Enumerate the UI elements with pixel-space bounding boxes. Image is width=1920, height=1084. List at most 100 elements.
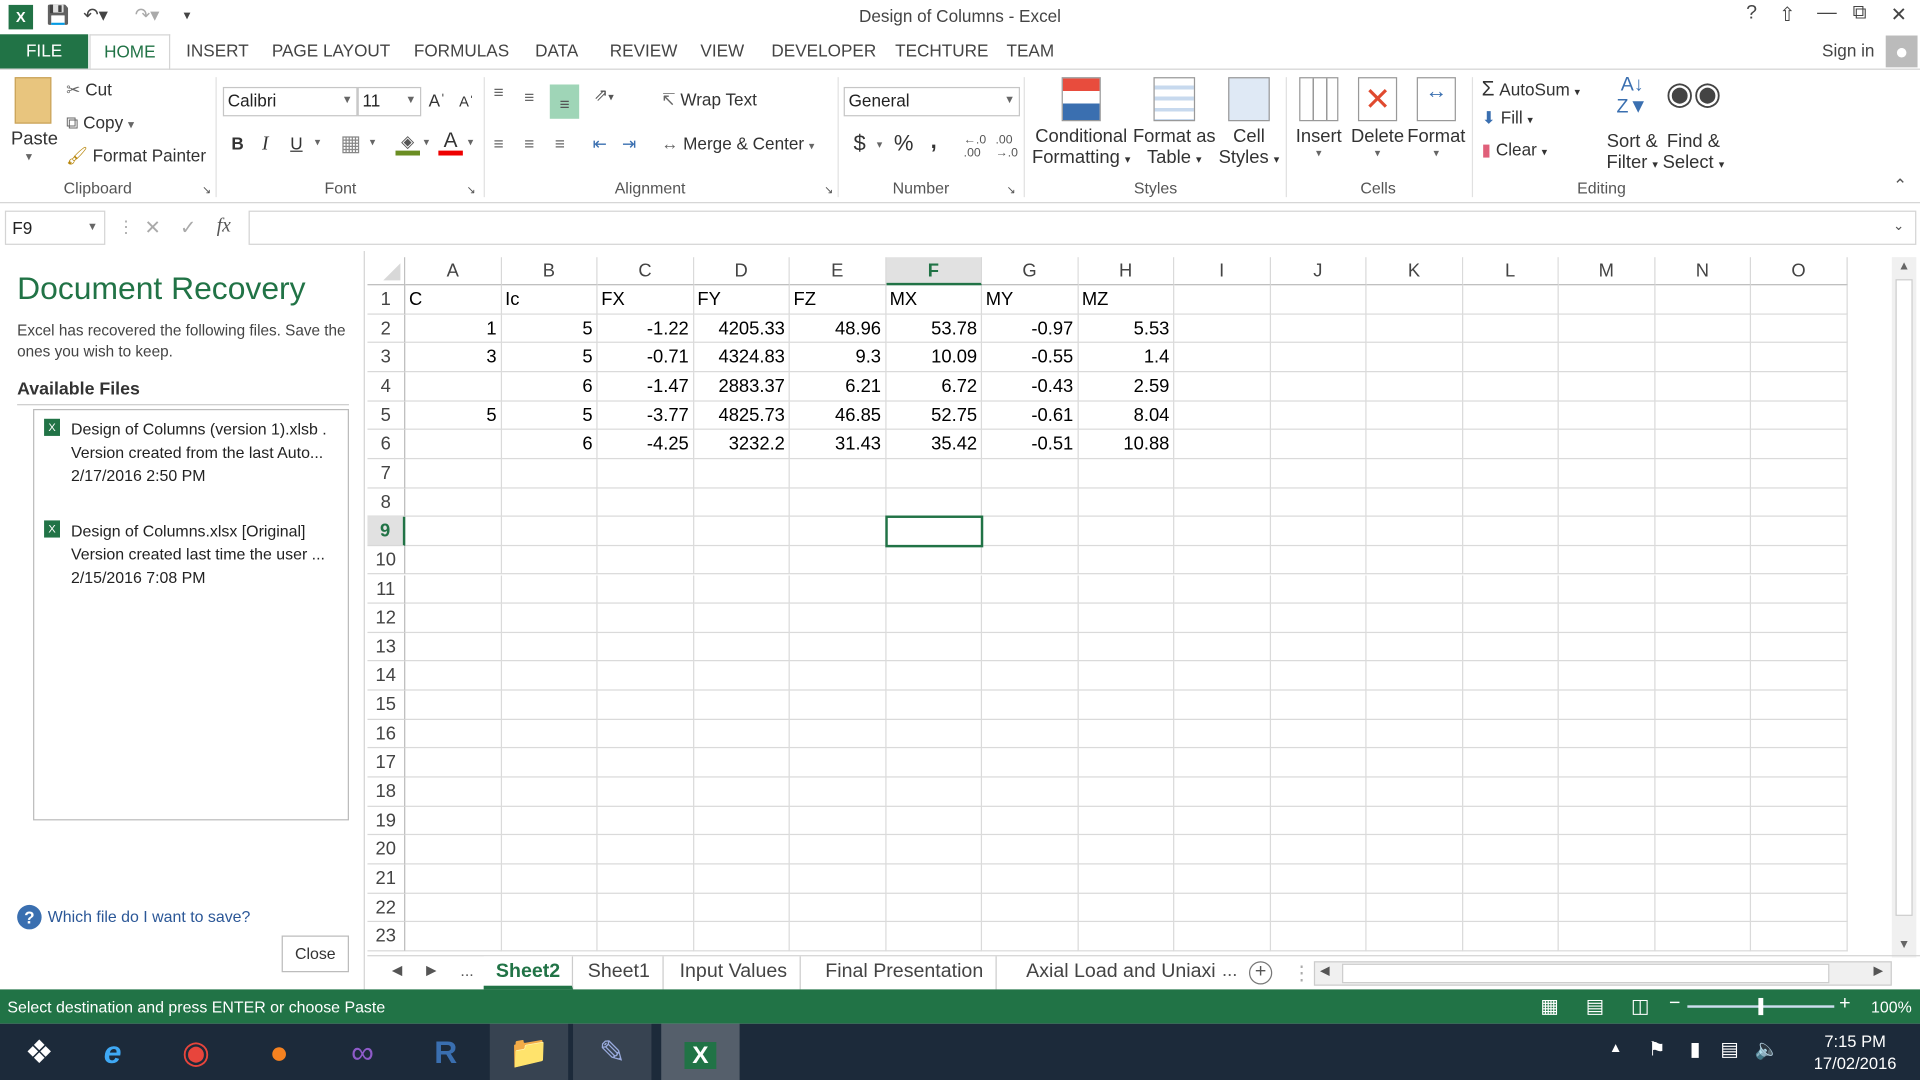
cell-c11[interactable] <box>597 574 694 604</box>
scroll-up-icon[interactable]: ▲ <box>1898 260 1910 273</box>
cell-d9[interactable] <box>693 516 790 546</box>
cell-g12[interactable] <box>982 603 1079 633</box>
column-header-f[interactable]: F <box>885 257 983 286</box>
cell-a16[interactable] <box>405 719 502 749</box>
tab-file[interactable]: FILE <box>0 34 89 69</box>
cell-j10[interactable] <box>1270 545 1367 575</box>
cell-g16[interactable] <box>982 719 1079 749</box>
zoom-out-button[interactable]: − <box>1669 993 1680 1015</box>
cell-f15[interactable] <box>885 690 983 720</box>
cell-h6[interactable]: 10.88 <box>1078 430 1175 460</box>
cell-o2[interactable] <box>1751 314 1848 344</box>
cell-j19[interactable] <box>1270 806 1367 836</box>
cell-o15[interactable] <box>1751 690 1848 720</box>
cell-k9[interactable] <box>1366 516 1463 546</box>
fill-button[interactable]: ⬇ Fill ▾ <box>1482 108 1533 129</box>
cell-a10[interactable] <box>405 545 502 575</box>
cell-g19[interactable] <box>982 806 1079 836</box>
cell-o10[interactable] <box>1751 545 1848 575</box>
row-header[interactable]: 11 <box>367 574 406 604</box>
cell-n7[interactable] <box>1654 459 1752 488</box>
cell-i4[interactable] <box>1174 372 1271 402</box>
cell-l6[interactable] <box>1462 430 1559 460</box>
cell-m4[interactable] <box>1558 372 1655 402</box>
insert-cells-button[interactable]: Insert ▾ <box>1292 77 1346 160</box>
cell-l18[interactable] <box>1462 777 1559 807</box>
more-sheets-left-button[interactable]: ... <box>460 961 473 979</box>
cell-f11[interactable] <box>885 574 983 604</box>
cell-c9[interactable] <box>597 516 694 546</box>
cell-k20[interactable] <box>1366 835 1463 865</box>
cell-h4[interactable]: 2.59 <box>1078 372 1175 402</box>
close-window-button[interactable]: ✕ <box>1891 2 1907 26</box>
cell-h5[interactable]: 8.04 <box>1078 401 1175 431</box>
font-color-dropdown-icon[interactable]: ▾ <box>468 136 474 149</box>
cell-i19[interactable] <box>1174 806 1271 836</box>
cell-h19[interactable] <box>1078 806 1175 836</box>
column-header-i[interactable]: I <box>1174 257 1271 286</box>
cell-o20[interactable] <box>1751 835 1848 865</box>
collapse-ribbon-icon[interactable]: ⌃ <box>1893 175 1907 196</box>
column-header-d[interactable]: D <box>693 257 790 286</box>
cell-j20[interactable] <box>1270 835 1367 865</box>
column-header-b[interactable]: B <box>501 257 598 286</box>
cancel-entry-icon[interactable]: ✕ <box>144 216 160 240</box>
cell-j2[interactable] <box>1270 314 1367 344</box>
format-painter-button[interactable]: 🖌 Format Painter <box>66 146 206 167</box>
cell-e14[interactable] <box>789 661 886 691</box>
cell-m22[interactable] <box>1558 893 1655 923</box>
cell-c22[interactable] <box>597 893 694 923</box>
scroll-down-icon[interactable]: ▼ <box>1898 938 1910 951</box>
cell-o1[interactable] <box>1751 285 1848 315</box>
cell-k2[interactable] <box>1366 314 1463 344</box>
cell-a17[interactable] <box>405 748 502 778</box>
cell-c6[interactable]: -4.25 <box>597 430 694 460</box>
cell-e1[interactable]: FZ <box>789 285 886 315</box>
paste-button[interactable]: Paste <box>11 129 58 150</box>
row-header[interactable]: 8 <box>367 488 406 517</box>
zoom-slider[interactable] <box>1687 997 1835 1016</box>
cell-d19[interactable] <box>693 806 790 836</box>
cell-e12[interactable] <box>789 603 886 633</box>
sheet-tab-sheet1[interactable]: Sheet1 <box>576 956 664 990</box>
cell-e11[interactable] <box>789 574 886 604</box>
minimize-button[interactable]: — <box>1817 2 1837 24</box>
cell-g8[interactable] <box>982 488 1079 517</box>
cell-a19[interactable] <box>405 806 502 836</box>
cell-g21[interactable] <box>982 864 1079 894</box>
cell-l19[interactable] <box>1462 806 1559 836</box>
cell-g1[interactable]: MY <box>982 285 1079 315</box>
network-icon[interactable]: ▤ <box>1720 1037 1739 1061</box>
cell-m14[interactable] <box>1558 661 1655 691</box>
vertical-scroll-thumb[interactable] <box>1895 279 1913 916</box>
cell-i11[interactable] <box>1174 574 1271 604</box>
cell-f16[interactable] <box>885 719 983 749</box>
cell-g9[interactable] <box>982 516 1079 546</box>
font-name-dropdown[interactable]: Calibri ▼ <box>222 86 358 117</box>
cell-h11[interactable] <box>1078 574 1175 604</box>
column-header-j[interactable]: J <box>1270 257 1367 286</box>
show-hidden-icons[interactable]: ▲ <box>1609 1041 1622 1056</box>
cell-g10[interactable] <box>982 545 1079 575</box>
cell-h20[interactable] <box>1078 835 1175 865</box>
cell-a1[interactable]: C <box>405 285 502 315</box>
expand-formula-bar-icon[interactable]: ⌄ <box>1893 218 1904 234</box>
cell-o22[interactable] <box>1751 893 1848 923</box>
cell-d6[interactable]: 3232.2 <box>693 430 790 460</box>
cell-j18[interactable] <box>1270 777 1367 807</box>
cell-e4[interactable]: 6.21 <box>789 372 886 402</box>
cell-a15[interactable] <box>405 690 502 720</box>
scroll-right-icon[interactable]: ▶ <box>1873 965 1882 978</box>
cell-a18[interactable] <box>405 777 502 807</box>
cell-l14[interactable] <box>1462 661 1559 691</box>
cell-f23[interactable] <box>885 922 983 952</box>
cell-o18[interactable] <box>1751 777 1848 807</box>
cell-l10[interactable] <box>1462 545 1559 575</box>
cell-m9[interactable] <box>1558 516 1655 546</box>
cell-o17[interactable] <box>1751 748 1848 778</box>
row-header[interactable]: 16 <box>367 719 406 749</box>
cell-b2[interactable]: 5 <box>501 314 598 344</box>
sheet-tab-final-presentation[interactable]: Final Presentation <box>813 956 997 990</box>
cell-l11[interactable] <box>1462 574 1559 604</box>
cell-n17[interactable] <box>1654 748 1752 778</box>
